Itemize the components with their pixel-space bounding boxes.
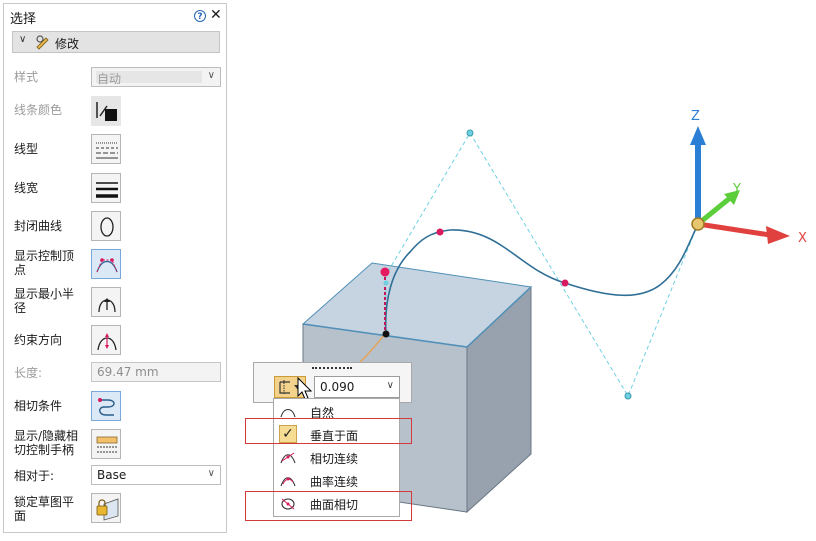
z-axis-label: Z <box>691 109 700 124</box>
tangent-magnitude-select[interactable]: 0.090 ∨ <box>314 376 400 398</box>
closed-curve-label: 封闭曲线 <box>14 219 63 233</box>
curve-endpoint[interactable] <box>382 330 390 338</box>
show-control-points-label: 显示控制顶 点 <box>14 249 75 277</box>
lock-sketch-plane-button[interactable] <box>91 493 121 523</box>
line-width-label: 线宽 <box>14 181 39 195</box>
triad-origin[interactable] <box>691 217 705 231</box>
line-color-label: 线条颜色 <box>14 103 63 117</box>
control-point[interactable] <box>466 129 474 137</box>
modify-tool-icon <box>36 35 49 50</box>
relative-to-select[interactable]: Base ∨ <box>91 465 221 485</box>
line-type-icon <box>96 142 118 159</box>
x-axis-arrow[interactable] <box>766 226 790 244</box>
menu-item-curvature-continuous[interactable]: 曲率连续 <box>274 469 399 491</box>
curve-point[interactable] <box>436 228 444 236</box>
constraint-direction-icon <box>97 333 117 351</box>
highlight-box <box>245 491 412 521</box>
closed-curve-icon <box>100 217 114 237</box>
selection-panel: 选择 ? ✕ ∨ 修改 样式 自动 ∨ 线条颜色 线型 线宽 封闭曲线 显示控制… <box>3 3 227 533</box>
y-axis-label: Y <box>732 182 741 197</box>
line-color-button <box>91 96 121 126</box>
tangent-continuous-icon <box>280 452 296 464</box>
section-label: 修改 <box>55 37 80 51</box>
natural-icon <box>280 408 296 418</box>
line-width-button[interactable] <box>91 173 121 203</box>
tangent-handles-icon <box>96 436 118 453</box>
line-width-icon <box>96 182 118 198</box>
z-axis-arrow[interactable] <box>690 126 706 145</box>
control-points-icon <box>96 258 118 273</box>
modify-section-header[interactable]: ∨ 修改 <box>12 31 220 53</box>
chevron-down-icon: ∨ <box>207 468 215 479</box>
chevron-down-icon: ∨ <box>207 70 215 81</box>
menu-item-tangent-continuous[interactable]: 相切连续 <box>274 446 399 468</box>
panel-title: 选择 <box>10 12 37 27</box>
highlight-box <box>245 418 412 444</box>
lock-sketch-plane-label: 锁定草图平 面 <box>14 495 75 523</box>
tangent-handle-point[interactable] <box>380 267 390 277</box>
control-point[interactable] <box>624 392 632 400</box>
line-type-label: 线型 <box>14 142 39 156</box>
tangent-condition-button[interactable] <box>91 391 121 421</box>
style-label: 样式 <box>14 70 39 84</box>
tangent-command-bar: 0.090 ∨ <box>253 362 412 403</box>
show-min-radius-button[interactable] <box>91 287 121 317</box>
chevron-down-icon: ∨ <box>386 380 394 391</box>
lock-plane-icon <box>96 498 119 521</box>
toggle-tangent-handles-label: 显示/隐藏相 切控制手柄 <box>14 429 79 457</box>
relative-to-label: 相对于: <box>14 469 55 483</box>
tangent-condition-label: 相切条件 <box>14 399 63 413</box>
min-radius-icon <box>98 298 116 313</box>
show-min-radius-label: 显示最小半 径 <box>14 287 75 315</box>
line-type-button[interactable] <box>91 134 121 164</box>
x-axis-label: X <box>798 231 807 246</box>
style-select: 自动 ∨ <box>91 67 221 87</box>
closed-curve-button[interactable] <box>91 211 121 241</box>
curvature-continuous-icon <box>280 477 296 487</box>
length-label: 长度: <box>14 366 43 380</box>
toggle-tangent-handles-button[interactable] <box>91 429 121 459</box>
show-control-points-button[interactable] <box>91 249 121 279</box>
control-point[interactable] <box>383 280 389 286</box>
help-icon[interactable]: ? <box>194 10 206 22</box>
length-field: 69.47 mm <box>91 362 221 382</box>
constraint-direction-label: 约束方向 <box>14 333 63 347</box>
constraint-direction-button[interactable] <box>91 325 121 355</box>
drag-grip[interactable] <box>312 367 352 371</box>
close-icon[interactable]: ✕ <box>210 7 222 23</box>
chevron-down-icon: ∨ <box>19 34 27 45</box>
line-color-icon <box>96 102 117 121</box>
curve-point[interactable] <box>561 279 569 287</box>
tangent-condition-icon <box>98 398 115 416</box>
